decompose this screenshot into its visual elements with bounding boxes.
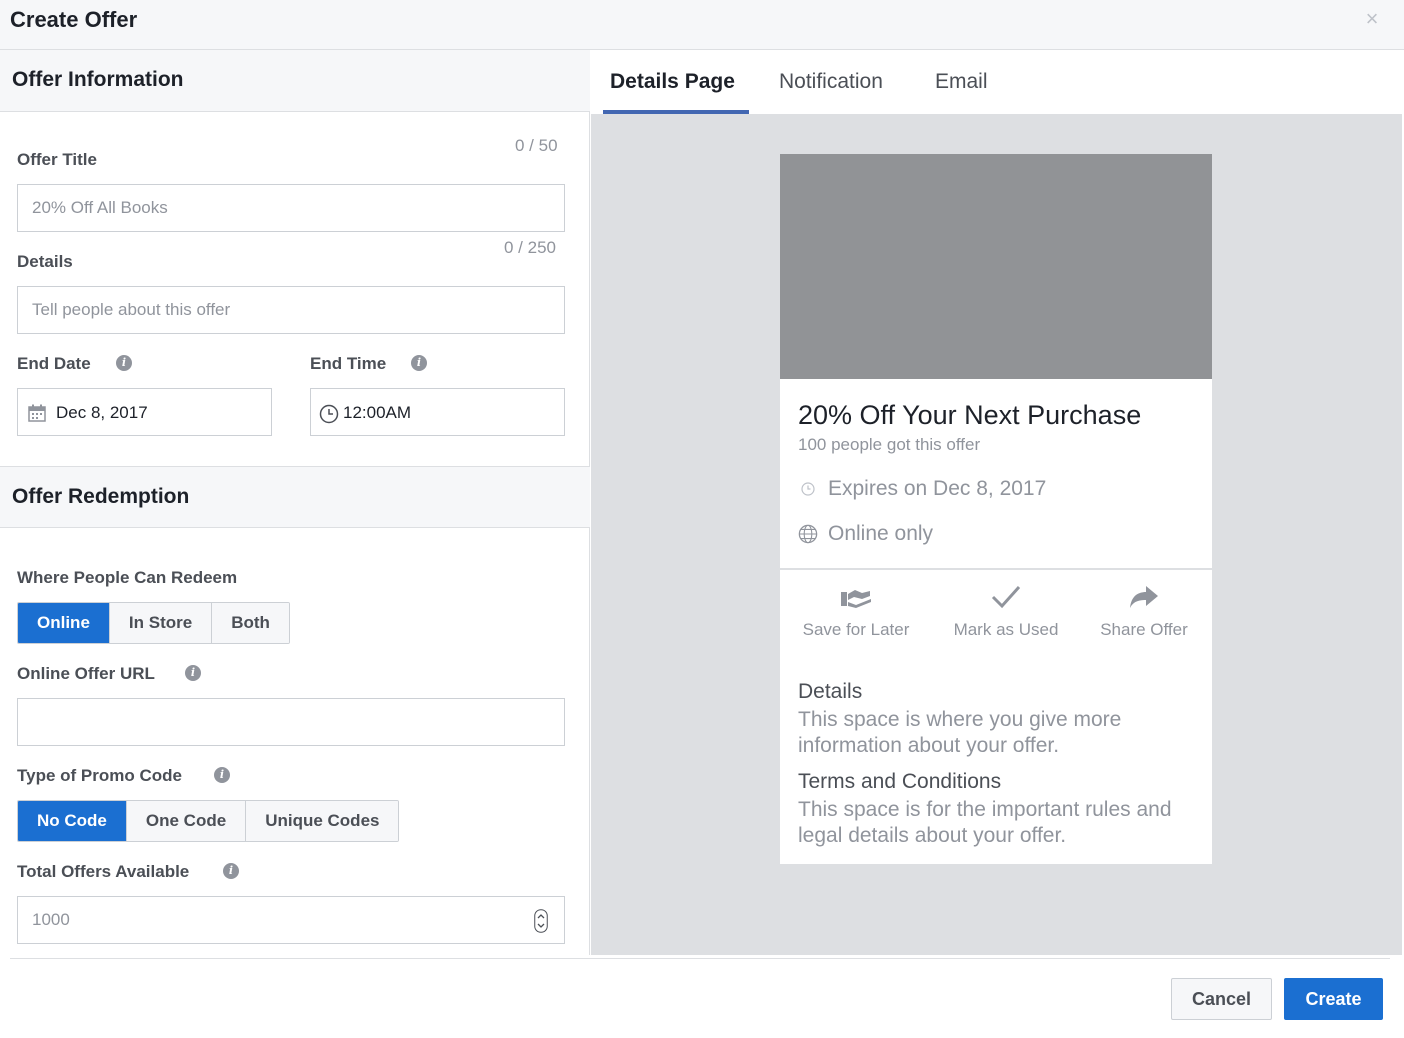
- details-heading: Details: [798, 680, 863, 703]
- total-offers-input[interactable]: 1000: [17, 896, 565, 944]
- total-offers-label: Total Offers Available: [17, 862, 190, 881]
- promo-code-label: Type of Promo Code: [17, 766, 182, 785]
- preview-tabs: Details Page Notification Email: [591, 50, 1402, 115]
- option-unique-codes[interactable]: Unique Codes: [246, 801, 399, 841]
- where-redeem-selector: Online In Store Both: [17, 602, 290, 644]
- globe-icon: [798, 525, 818, 544]
- mark-as-used-label: Mark as Used: [953, 620, 1059, 639]
- details-label: Details: [17, 252, 73, 271]
- create-button[interactable]: Create: [1284, 978, 1383, 1020]
- promo-code-selector: No Code One Code Unique Codes: [17, 800, 400, 842]
- offer-preview-card: 20% Off Your Next Purchase 100 people go…: [780, 154, 1212, 864]
- tab-details-page[interactable]: Details Page: [610, 70, 735, 94]
- offer-title-label: Offer Title: [17, 150, 97, 169]
- offer-expiry-text: Expires on Dec 8, 2017: [828, 477, 1047, 500]
- total-offers-info-icon[interactable]: i: [223, 863, 239, 879]
- offer-channel-text: Online only: [828, 522, 934, 545]
- end-time-label: End Time: [310, 354, 387, 373]
- title-char-counter: 0 / 50: [515, 136, 558, 155]
- tab-notification[interactable]: Notification: [779, 70, 883, 94]
- save-for-later-label: Save for Later: [802, 620, 910, 639]
- online-url-info-icon[interactable]: i: [185, 665, 201, 681]
- clock-icon: [319, 404, 339, 424]
- end-time-picker[interactable]: 12:00AM: [310, 388, 565, 436]
- cancel-button[interactable]: Cancel: [1171, 978, 1272, 1020]
- share-arrow-icon: [1130, 586, 1158, 608]
- option-both[interactable]: Both: [212, 603, 289, 643]
- where-redeem-label: Where People Can Redeem: [17, 568, 238, 587]
- offer-channel: Online only: [798, 522, 933, 546]
- calendar-icon: [28, 404, 46, 422]
- option-online[interactable]: Online: [18, 603, 110, 643]
- mark-as-used-button[interactable]: Mark as Used: [936, 584, 1076, 640]
- card-divider: [780, 568, 1212, 570]
- offer-image-placeholder: [780, 154, 1212, 379]
- checkmark-icon: [991, 585, 1021, 609]
- footer-divider: [10, 958, 1390, 959]
- details-placeholder: Tell people about this offer: [32, 300, 231, 319]
- offer-redemption-header: Offer Redemption: [0, 466, 590, 528]
- stepper-icon[interactable]: [534, 909, 548, 933]
- end-date-picker[interactable]: Dec 8, 2017: [17, 388, 272, 436]
- online-url-label: Online Offer URL: [17, 664, 155, 683]
- terms-heading: Terms and Conditions: [798, 770, 1002, 793]
- close-icon[interactable]: ×: [1362, 8, 1382, 30]
- end-date-info-icon[interactable]: i: [116, 355, 132, 371]
- details-input[interactable]: Tell people about this offer: [17, 286, 565, 334]
- details-body: This space is where you give more inform…: [798, 708, 1122, 757]
- section-title: Offer Redemption: [12, 485, 190, 508]
- share-offer-label: Share Offer: [1100, 620, 1188, 639]
- option-no-code[interactable]: No Code: [18, 801, 127, 841]
- option-in-store[interactable]: In Store: [109, 603, 213, 643]
- save-for-later-button[interactable]: Save for Later: [786, 584, 926, 640]
- offer-claimed-count: 100 people got this offer: [798, 435, 981, 454]
- share-offer-button[interactable]: Share Offer: [1074, 584, 1214, 640]
- offer-form-panel: Offer Information 0 / 50 Offer Title 20%…: [0, 50, 590, 955]
- offer-headline: 20% Off Your Next Purchase: [798, 400, 1142, 430]
- offer-expiry: Expires on Dec 8, 2017: [798, 477, 1046, 501]
- section-title: Offer Information: [12, 68, 184, 91]
- offer-information-header: Offer Information: [0, 50, 590, 112]
- offer-title-input[interactable]: 20% Off All Books: [17, 184, 565, 232]
- offer-title-placeholder: 20% Off All Books: [32, 198, 168, 217]
- end-date-value: Dec 8, 2017: [56, 403, 148, 422]
- dialog-header: Create Offer ×: [0, 0, 1404, 50]
- save-icon: [841, 590, 871, 608]
- end-time-info-icon[interactable]: i: [411, 355, 427, 371]
- end-date-label: End Date: [17, 354, 91, 373]
- promo-code-info-icon[interactable]: i: [214, 767, 230, 783]
- online-url-input[interactable]: [17, 698, 565, 746]
- option-one-code[interactable]: One Code: [126, 801, 247, 841]
- terms-body: This space is for the important rules an…: [798, 798, 1172, 847]
- dialog-title: Create Offer: [10, 7, 138, 32]
- details-char-counter: 0 / 250: [504, 238, 556, 257]
- end-time-value: 12:00AM: [343, 403, 412, 422]
- offer-preview-panel: Details Page Notification Email 20% Off …: [591, 50, 1402, 955]
- total-offers-placeholder: 1000: [32, 910, 70, 929]
- active-tab-indicator: [603, 110, 749, 114]
- tab-email[interactable]: Email: [935, 70, 988, 94]
- clock-icon: [801, 482, 815, 497]
